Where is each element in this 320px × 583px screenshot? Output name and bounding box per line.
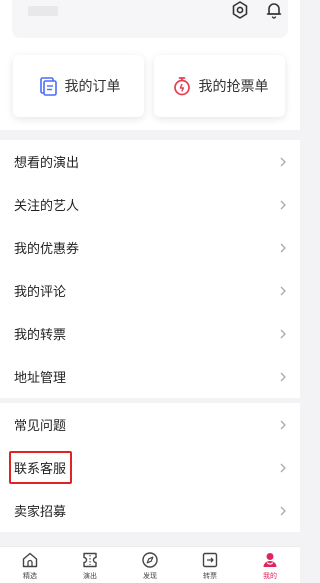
chevron-right-icon xyxy=(280,420,286,429)
settings-icon[interactable] xyxy=(230,0,250,20)
menu-item-label: 我的转票 xyxy=(14,328,67,343)
chevron-right-icon xyxy=(280,243,286,252)
menu-item-label: 我的评论 xyxy=(14,285,67,300)
ticket-icon xyxy=(83,552,97,568)
chevron-right-icon xyxy=(280,200,286,209)
tab-shows[interactable]: 演出 xyxy=(60,547,120,583)
menu-group-support: 常见问题 联系客服 卖家招募 xyxy=(0,403,300,532)
menu-item-label: 关注的艺人 xyxy=(14,199,80,214)
menu-item-label: 卖家招募 xyxy=(14,505,67,520)
tab-mine[interactable]: 我的 xyxy=(240,547,300,583)
bottom-tab-bar: 精选 演出 发现 转票 我的 xyxy=(0,546,300,583)
menu-item-ticket-transfers[interactable]: 我的转票 xyxy=(0,312,300,355)
member-card-faded-content xyxy=(28,6,58,16)
menu-group-personal: 想看的演出 关注的艺人 我的优惠券 我的评论 我的转票 地址管理 xyxy=(0,140,300,398)
tab-label: 演出 xyxy=(83,572,97,580)
menu-item-followed-artists[interactable]: 关注的艺人 xyxy=(0,183,300,226)
menu-item-reviews[interactable]: 我的评论 xyxy=(0,269,300,312)
transfer-icon xyxy=(202,552,218,568)
my-ticket-grab-label: 我的抢票单 xyxy=(198,79,269,95)
menu-item-want-to-see[interactable]: 想看的演出 xyxy=(0,140,300,183)
compass-icon xyxy=(142,552,158,568)
menu-item-label: 我的优惠券 xyxy=(14,242,80,257)
tab-discover[interactable]: 发现 xyxy=(120,547,180,583)
chevron-right-icon xyxy=(280,463,286,472)
my-orders-button[interactable]: 我的订单 xyxy=(13,55,144,117)
tab-label: 精选 xyxy=(23,572,37,580)
tab-featured[interactable]: 精选 xyxy=(0,547,60,583)
tab-label: 转票 xyxy=(203,572,217,580)
tab-label: 发现 xyxy=(143,572,157,580)
stopwatch-icon xyxy=(173,77,190,96)
highlight-box xyxy=(9,451,72,484)
profile-header: 我的订单 我的抢票单 xyxy=(0,0,300,130)
menu-item-coupons[interactable]: 我的优惠券 xyxy=(0,226,300,269)
order-icon xyxy=(39,77,57,96)
menu-item-label: 想看的演出 xyxy=(14,156,80,171)
tab-transfer[interactable]: 转票 xyxy=(180,547,240,583)
menu-item-contact-support[interactable]: 联系客服 xyxy=(0,446,300,489)
chevron-right-icon xyxy=(280,157,286,166)
my-orders-label: 我的订单 xyxy=(64,79,121,95)
chevron-right-icon xyxy=(280,329,286,338)
tab-label: 我的 xyxy=(263,572,277,580)
menu-item-address-management[interactable]: 地址管理 xyxy=(0,355,300,398)
chevron-right-icon xyxy=(280,372,286,381)
profile-icon xyxy=(263,553,277,567)
menu-item-label: 地址管理 xyxy=(14,371,67,386)
my-ticket-grab-button[interactable]: 我的抢票单 xyxy=(154,55,285,117)
bell-icon[interactable] xyxy=(264,0,284,20)
chevron-right-icon xyxy=(280,506,286,515)
menu-item-seller-recruitment[interactable]: 卖家招募 xyxy=(0,489,300,532)
chevron-right-icon xyxy=(280,286,286,295)
home-icon xyxy=(22,552,38,568)
menu-item-faq[interactable]: 常见问题 xyxy=(0,403,300,446)
menu-item-label: 常见问题 xyxy=(14,419,67,434)
